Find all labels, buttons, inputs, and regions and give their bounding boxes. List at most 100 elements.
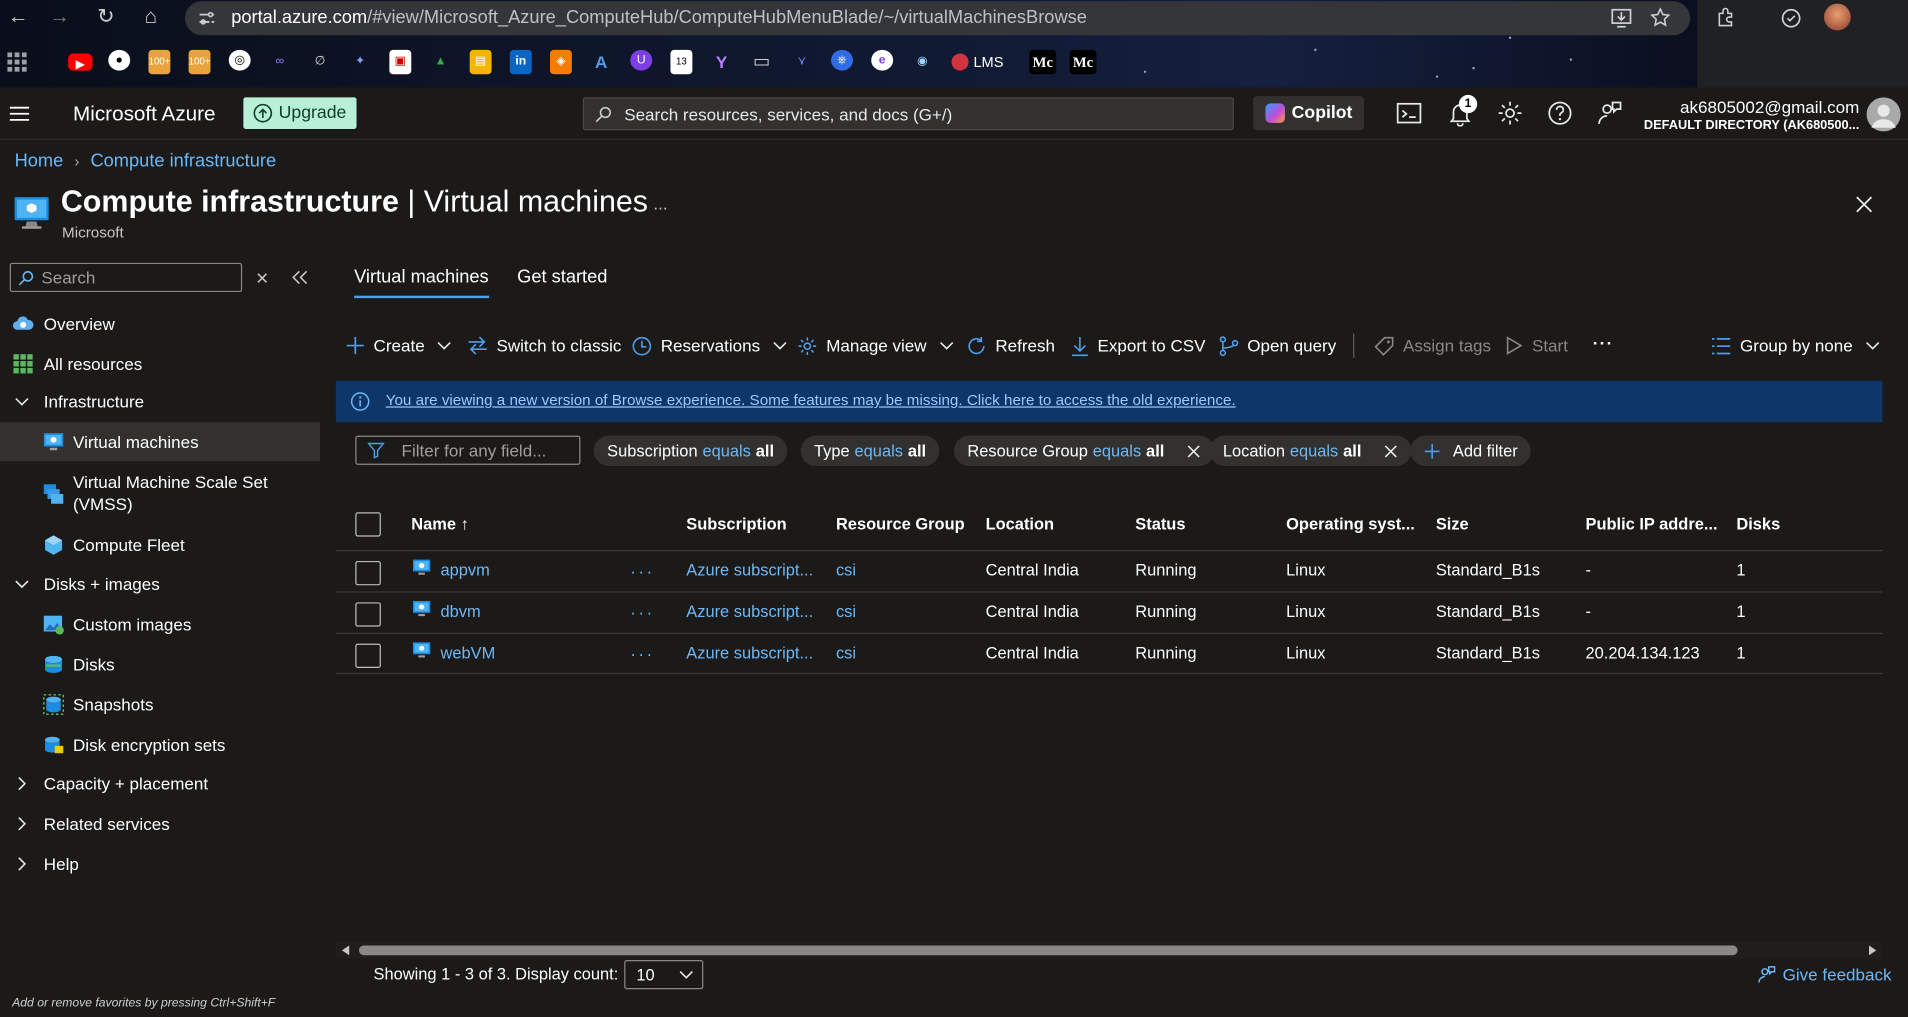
- vm-name-link[interactable]: appvm: [440, 561, 489, 579]
- create-button[interactable]: Create: [346, 333, 452, 357]
- e-bookmark-icon[interactable]: e: [871, 49, 894, 71]
- filter-pill-type[interactable]: Type equals all: [800, 435, 940, 467]
- account-info[interactable]: ak6805002@gmail.com DEFAULT DIRECTORY (A…: [1644, 97, 1859, 132]
- select-all-checkbox[interactable]: [355, 512, 381, 537]
- vm-name-link[interactable]: webVM: [440, 644, 495, 662]
- chatgpt-bookmark-icon[interactable]: ◎: [228, 49, 251, 71]
- subscription-link[interactable]: Azure subscript...: [686, 561, 813, 579]
- export-csv-button[interactable]: Export to CSV: [1071, 333, 1205, 357]
- sidebar-item-disks[interactable]: Disks: [0, 652, 320, 676]
- upgrade-button[interactable]: Upgrade: [243, 97, 357, 129]
- filter-pill-location[interactable]: Location equals all: [1209, 435, 1412, 467]
- reload-icon[interactable]: ↻: [92, 4, 119, 31]
- 100plus-bookmark-icon-2[interactable]: 100+: [188, 49, 211, 75]
- sidebar-group-help[interactable]: Help: [0, 852, 320, 876]
- calendar-bookmark-icon[interactable]: 13: [670, 49, 693, 75]
- y-bookmark-icon[interactable]: Y: [711, 50, 733, 74]
- add-filter-button[interactable]: Add filter: [1410, 435, 1532, 467]
- feedback-person-icon[interactable]: [1596, 100, 1623, 127]
- open-query-button[interactable]: Open query: [1219, 333, 1336, 357]
- column-header-status[interactable]: Status: [1135, 515, 1185, 533]
- forward-icon[interactable]: →: [46, 4, 73, 31]
- lms-bookmark[interactable]: LMS: [951, 50, 1015, 74]
- bookmark-icon-7[interactable]: ∅: [309, 50, 331, 74]
- assign-tags-button[interactable]: Assign tags: [1374, 333, 1491, 357]
- sidebar-group-infrastructure[interactable]: Infrastructure: [0, 389, 320, 413]
- sidebar-item-custom-images[interactable]: Custom images: [0, 612, 320, 636]
- group-by-dropdown[interactable]: Group by none: [1711, 333, 1880, 357]
- news-bookmark-icon[interactable]: ▣: [389, 49, 412, 75]
- settings-gear-icon[interactable]: [1497, 100, 1524, 127]
- filter-input[interactable]: Filter for any field...: [355, 435, 581, 465]
- remove-filter-icon[interactable]: [1186, 444, 1201, 459]
- portal-brand[interactable]: Microsoft Azure: [73, 102, 216, 126]
- home-icon[interactable]: ⌂: [137, 4, 164, 31]
- clear-search-icon[interactable]: [256, 271, 269, 284]
- filter-pill-resource-group[interactable]: Resource Group equals all: [953, 435, 1215, 467]
- resource-group-link[interactable]: csi: [836, 644, 856, 662]
- sidebar-group-capacity-placement[interactable]: Capacity + placement: [0, 771, 320, 795]
- youtube-bookmark-icon[interactable]: ▶: [68, 53, 93, 72]
- remove-filter-icon[interactable]: [1383, 444, 1398, 459]
- copilot-button[interactable]: Copilot: [1253, 96, 1365, 131]
- hamburger-menu-icon[interactable]: [9, 106, 30, 122]
- sidebar-item-virtual-machines[interactable]: Virtual machines: [0, 422, 321, 462]
- bookmark-icon-19[interactable]: ⋎: [791, 50, 813, 74]
- github-bookmark-icon[interactable]: ●: [108, 49, 131, 71]
- extensions-icon[interactable]: [1716, 7, 1737, 28]
- column-header-os[interactable]: Operating syst...: [1286, 515, 1415, 533]
- start-button[interactable]: Start: [1505, 333, 1568, 357]
- mc-bookmark-2[interactable]: Mc: [1069, 49, 1097, 75]
- old-experience-link[interactable]: You are viewing a new version of Browse …: [386, 392, 1236, 409]
- kubernetes-bookmark-icon[interactable]: ⎈: [831, 49, 853, 71]
- column-header-subscription[interactable]: Subscription: [686, 515, 786, 533]
- scrollbar-thumb[interactable]: [358, 945, 1738, 956]
- row-checkbox[interactable]: [355, 643, 381, 669]
- drive-bookmark-icon[interactable]: ▲: [430, 50, 452, 74]
- breadcrumb-home[interactable]: Home: [15, 151, 64, 172]
- column-header-public-ip[interactable]: Public IP addre...: [1585, 515, 1717, 533]
- sidebar-item-snapshots[interactable]: Snapshots: [0, 692, 320, 716]
- filter-pill-subscription[interactable]: Subscription equals all: [593, 435, 788, 467]
- scroll-right-icon[interactable]: [1868, 945, 1878, 956]
- address-bar[interactable]: portal.azure.com/#view/Microsoft_Azure_C…: [184, 1, 1691, 36]
- bookmark-icon-6[interactable]: ∞: [269, 50, 291, 74]
- column-header-resource-group[interactable]: Resource Group: [836, 515, 965, 533]
- sidebar-search-input[interactable]: Search: [9, 262, 243, 293]
- collapse-sidebar-icon[interactable]: [292, 270, 308, 285]
- sidebar-item-all-resources[interactable]: All resources: [0, 352, 320, 376]
- page-more-options[interactable]: ...: [653, 193, 667, 212]
- give-feedback-link[interactable]: Give feedback: [1757, 965, 1892, 984]
- resource-group-link[interactable]: csi: [836, 602, 856, 620]
- browser-essentials-icon[interactable]: [1780, 7, 1802, 29]
- help-question-icon[interactable]: [1547, 100, 1574, 127]
- column-header-disks[interactable]: Disks: [1736, 515, 1780, 533]
- eye-bookmark-icon[interactable]: ◉: [911, 50, 933, 74]
- cloud-shell-icon[interactable]: [1396, 100, 1423, 127]
- manage-view-button[interactable]: Manage view: [797, 333, 953, 357]
- sidebar-item-overview[interactable]: Overview: [0, 312, 320, 336]
- reservations-button[interactable]: Reservations: [632, 333, 787, 357]
- subscription-link[interactable]: Azure subscript...: [686, 644, 813, 662]
- column-header-size[interactable]: Size: [1436, 515, 1469, 533]
- site-info-icon[interactable]: [198, 10, 215, 27]
- display-count-select[interactable]: 10: [624, 960, 704, 990]
- mc-bookmark[interactable]: Mc: [1029, 49, 1057, 75]
- sidebar-item-vmss[interactable]: Virtual Machine Scale Set (VMSS): [0, 471, 320, 517]
- folder-bookmark-icon[interactable]: ▭: [751, 50, 773, 74]
- switch-to-classic-button[interactable]: Switch to classic: [467, 333, 621, 357]
- tab-virtual-machines[interactable]: Virtual machines: [354, 266, 489, 299]
- bookmark-icon-13[interactable]: ◈: [549, 49, 572, 75]
- row-more-button[interactable]: ···: [630, 602, 654, 621]
- column-header-name[interactable]: Name ↑: [411, 515, 469, 533]
- row-checkbox[interactable]: [355, 602, 381, 627]
- azure-bookmark-icon[interactable]: A: [590, 50, 612, 74]
- vm-name-link[interactable]: dbvm: [440, 602, 480, 620]
- 100plus-bookmark-icon[interactable]: 100+: [148, 49, 171, 75]
- row-checkbox[interactable]: [355, 560, 381, 586]
- scroll-left-icon[interactable]: [341, 945, 351, 956]
- horizontal-scrollbar[interactable]: [335, 941, 1883, 959]
- apps-grid-icon[interactable]: [7, 52, 27, 72]
- sidebar-item-disk-encryption-sets[interactable]: Disk encryption sets: [0, 733, 320, 757]
- back-icon[interactable]: ←: [5, 4, 32, 31]
